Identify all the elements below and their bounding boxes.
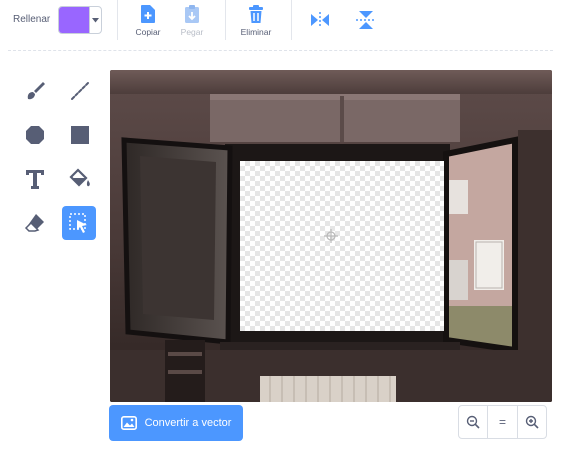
trash-icon — [234, 4, 278, 24]
select-tool[interactable] — [62, 206, 96, 240]
fill-label: Rellenar — [13, 14, 51, 25]
copy-label: Copiar — [135, 27, 161, 37]
text-icon — [26, 170, 44, 189]
rectangle-tool[interactable] — [63, 118, 97, 152]
zoom-controls: = — [458, 405, 547, 439]
image-icon — [120, 416, 137, 430]
zoom-in-button[interactable] — [518, 406, 546, 438]
rectangle-icon — [71, 126, 89, 144]
fill-tool[interactable] — [63, 162, 97, 196]
text-tool[interactable] — [18, 162, 52, 196]
fill-bucket-icon — [69, 168, 90, 187]
copy-icon — [126, 4, 170, 24]
line-icon — [71, 82, 89, 100]
crosshair-icon — [324, 229, 338, 243]
select-icon — [69, 213, 87, 233]
flip-vertical-icon[interactable] — [354, 8, 378, 32]
eraser-tool[interactable] — [18, 206, 52, 240]
zoom-out-button[interactable] — [459, 406, 489, 438]
copy-button[interactable]: Copiar — [126, 4, 170, 37]
zoom-in-icon — [525, 415, 539, 429]
brush-tool[interactable] — [18, 74, 52, 108]
zoom-reset-button[interactable]: = — [488, 406, 518, 438]
transparent-selection — [240, 161, 444, 331]
brush-icon — [27, 82, 45, 100]
toolbar-separator — [225, 0, 226, 40]
fill-color-picker[interactable] — [58, 6, 102, 34]
zoom-out-icon — [466, 415, 480, 429]
toolbar-separator — [117, 0, 118, 40]
convert-to-vector-button[interactable]: Convertir a vector — [109, 405, 243, 441]
convert-to-vector-label: Convertir a vector — [144, 417, 232, 429]
line-tool[interactable] — [63, 74, 97, 108]
paste-label: Pegar — [180, 27, 204, 37]
delete-label: Eliminar — [240, 27, 272, 37]
toolbar-divider — [8, 50, 553, 51]
paste-icon — [170, 4, 214, 24]
eraser-icon — [24, 214, 44, 232]
zoom-reset-label: = — [498, 415, 506, 429]
circle-tool[interactable] — [18, 118, 52, 152]
paste-button[interactable]: Pegar — [170, 4, 214, 37]
toolbar-separator — [291, 0, 292, 40]
fill-color-swatch — [59, 7, 89, 33]
chevron-down-icon — [89, 7, 101, 33]
flip-horizontal-icon[interactable] — [308, 10, 332, 30]
circle-icon — [26, 126, 44, 144]
delete-button[interactable]: Eliminar — [234, 4, 278, 37]
